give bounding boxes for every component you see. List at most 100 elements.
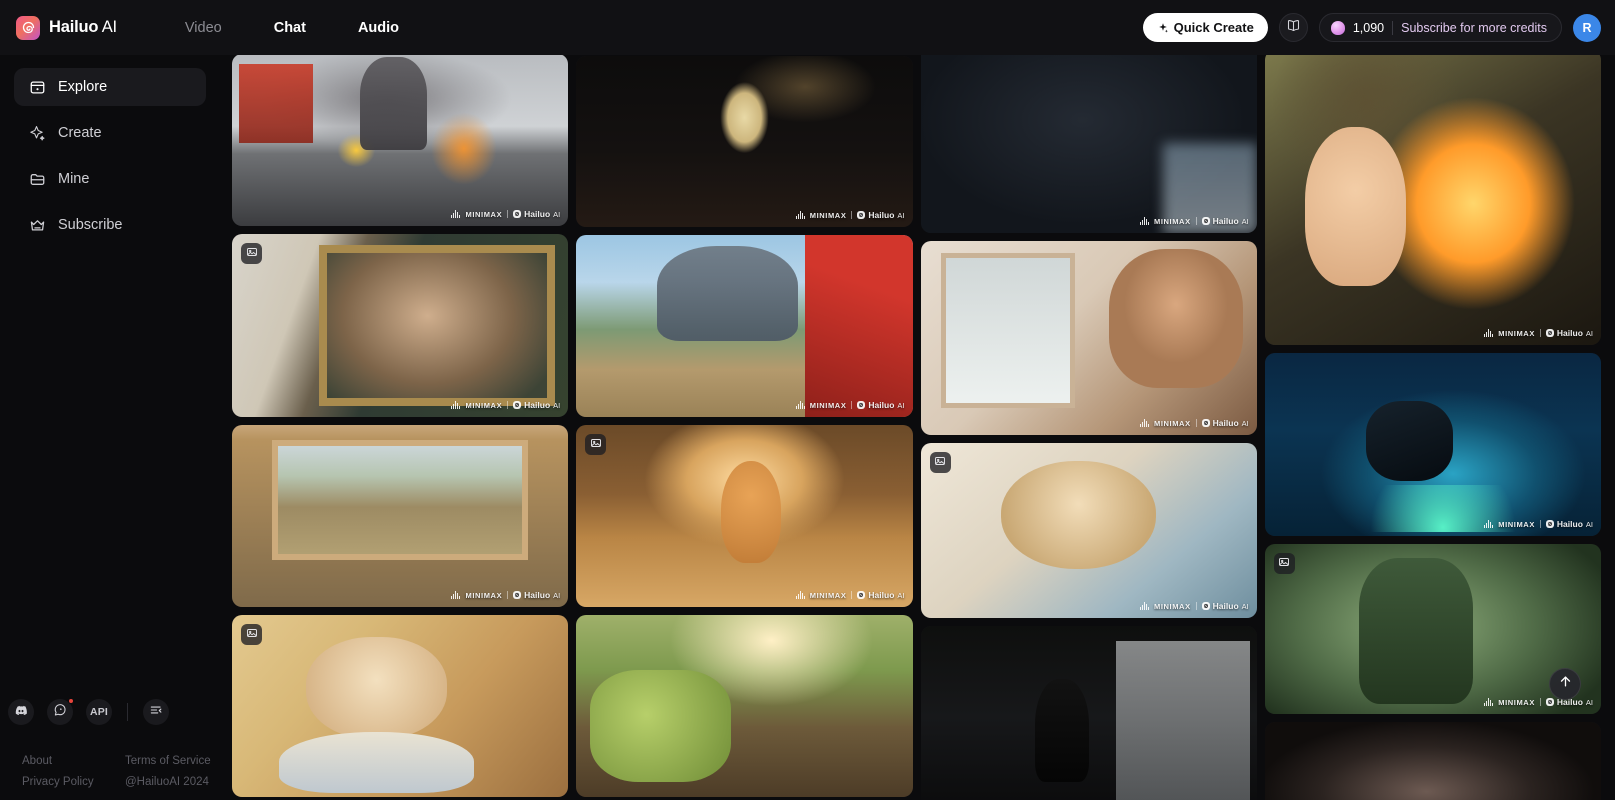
quick-create-button[interactable]: Quick Create	[1142, 13, 1268, 42]
nav-tab-audio[interactable]: Audio	[332, 20, 425, 36]
feed-card-woman-garden-puppy[interactable]	[576, 615, 913, 797]
docs-book-button[interactable]	[1278, 13, 1308, 42]
minimax-hailuo-watermark: MINIMAX Hailuo AI	[1484, 697, 1593, 707]
waveform-icon	[1484, 329, 1494, 337]
card-thumbnail	[1264, 722, 1601, 800]
sidebar-footer-links: About Terms of Service Privacy Policy @H…	[0, 735, 220, 788]
quick-create-label: Quick Create	[1173, 20, 1254, 35]
sidebar-item-label: Mine	[58, 171, 90, 187]
feed-card-orange-cat-hallway[interactable]: MINIMAX Hailuo AI	[576, 425, 913, 607]
hailuo-mark-icon	[1201, 419, 1210, 427]
minimax-hailuo-watermark: MINIMAX Hailuo AI	[795, 400, 905, 410]
feed-card-village-through-window[interactable]: MINIMAX Hailuo AI	[232, 425, 569, 607]
watermark-brand: MINIMAX	[809, 210, 847, 220]
top-navigation: Video Chat Audio	[159, 20, 425, 36]
nav-tab-video[interactable]: Video	[159, 20, 248, 36]
explore-icon	[28, 78, 46, 96]
hailuo-mark-icon	[1545, 520, 1554, 528]
hailuo-mark-icon	[1545, 329, 1554, 337]
feed-card-woman-cloak-night-street[interactable]: MINIMAX Hailuo AI	[576, 56, 913, 227]
hailuo-mark-icon	[857, 211, 866, 219]
image-badge	[1273, 553, 1295, 574]
minimax-hailuo-watermark: MINIMAX Hailuo AI	[1139, 601, 1249, 611]
hailuo-mark-icon	[857, 591, 866, 599]
watermark-brand: MINIMAX	[465, 590, 503, 600]
sidebar-item-label: Create	[58, 125, 102, 141]
footer-link-privacy[interactable]: Privacy Policy	[22, 776, 103, 788]
feed-card-kaiju-city-street[interactable]: MINIMAX Hailuo AI	[232, 54, 569, 226]
discord-icon	[14, 703, 28, 722]
hailuo-mark-icon	[1201, 602, 1210, 610]
feed-card-dark-portrait-closeup[interactable]	[1264, 722, 1601, 800]
sidebar: Explore Create Mine Subscribe API About …	[0, 55, 220, 800]
minimax-hailuo-watermark: MINIMAX Hailuo AI	[451, 590, 560, 600]
watermark-brand: MINIMAX	[465, 400, 503, 410]
watermark-divider	[507, 591, 509, 599]
waveform-icon	[1484, 520, 1494, 528]
sidebar-item-explore[interactable]: Explore	[14, 68, 206, 106]
credits-pill[interactable]: 1,090 Subscribe for more credits	[1318, 13, 1562, 42]
sparkle-icon	[28, 124, 46, 142]
folder-icon	[28, 170, 46, 188]
watermark-brand: MINIMAX	[1498, 519, 1535, 529]
minimax-hailuo-watermark: MINIMAX Hailuo AI	[1484, 519, 1593, 529]
feed-card-gallery-portrait-painting[interactable]: MINIMAX Hailuo AI	[232, 234, 569, 417]
watermark-divider	[851, 401, 853, 409]
avatar[interactable]: R	[1573, 13, 1601, 42]
minimax-hailuo-watermark: MINIMAX Hailuo AI	[1484, 328, 1593, 338]
gem-icon	[1330, 20, 1345, 35]
feed-card-scuba-divers-jellyfish[interactable]: MINIMAX Hailuo AI	[1264, 353, 1601, 536]
masonry-grid: MINIMAX Hailuo AI MINIMAX Hailuo AI MINIMAX Hai…	[220, 40, 1615, 800]
watermark-divider	[851, 211, 853, 219]
feed-card-boy-at-broken-window[interactable]: MINIMAX Hailuo AI	[920, 241, 1257, 435]
watermark-product: Hailuo AI	[857, 210, 905, 220]
watermark-brand: MINIMAX	[809, 590, 847, 600]
watermark-divider	[1539, 698, 1541, 706]
footer-link-terms[interactable]: Terms of Service	[125, 755, 220, 767]
watermark-divider	[851, 591, 853, 599]
nav-tab-chat[interactable]: Chat	[248, 20, 332, 36]
watermark-product: Hailuo AI	[1201, 601, 1249, 611]
scroll-to-top-button[interactable]	[1549, 668, 1581, 700]
image-badge	[241, 243, 262, 264]
watermark-divider	[1195, 602, 1197, 610]
watermark-divider	[1195, 217, 1197, 225]
waveform-icon	[795, 591, 805, 599]
watermark-divider	[507, 210, 509, 218]
feedback-button[interactable]	[47, 698, 74, 725]
collapse-sidebar-icon	[149, 703, 163, 722]
feed-card-halloween-porch-bw[interactable]	[920, 626, 1257, 800]
card-thumbnail	[576, 235, 913, 417]
sidebar-quick-icons: API	[0, 689, 220, 735]
feed-card-kaiju-mountain-crowd[interactable]: MINIMAX Hailuo AI	[576, 235, 913, 417]
avatar-initial: R	[1582, 20, 1592, 35]
card-thumbnail	[232, 234, 569, 417]
sidebar-item-create[interactable]: Create	[14, 114, 206, 152]
watermark-product: Hailuo AI	[513, 590, 560, 600]
card-thumbnail	[232, 54, 569, 226]
sidebar-item-mine[interactable]: Mine	[14, 160, 206, 198]
feed-card-denim-jacket-closeup[interactable]: MINIMAX Hailuo AI	[920, 45, 1257, 233]
api-button[interactable]: API	[86, 699, 112, 725]
feed-card-puppy-on-bed[interactable]: MINIMAX Hailuo AI	[920, 443, 1257, 618]
image-icon	[246, 626, 258, 644]
hailuo-mark-icon	[857, 401, 866, 409]
feed-card-anime-fire-sorceress[interactable]: MINIMAX Hailuo AI	[1264, 50, 1601, 345]
image-badge	[241, 624, 262, 645]
waveform-icon	[1139, 602, 1149, 610]
waveform-icon	[451, 401, 461, 409]
brand-logo[interactable]: Hailuo AI	[0, 15, 117, 40]
card-thumbnail	[920, 45, 1257, 233]
sidebar-item-subscribe[interactable]: Subscribe	[14, 206, 206, 244]
arrow-up-icon	[1558, 674, 1573, 694]
collapse-sidebar-button[interactable]	[143, 699, 169, 725]
feed-card-hamster-eating-bowl[interactable]	[232, 615, 569, 797]
watermark-product: Hailuo AI	[1201, 216, 1249, 226]
subscribe-credits-link[interactable]: Subscribe for more credits	[1401, 21, 1547, 35]
app-header: Hailuo AI Video Chat Audio Quick Create	[0, 0, 1615, 55]
watermark-brand: MINIMAX	[1498, 697, 1535, 707]
card-thumbnail	[576, 615, 913, 797]
discord-button[interactable]	[8, 699, 34, 725]
footer-link-about[interactable]: About	[22, 755, 103, 767]
watermark-product: Hailuo AI	[1545, 328, 1593, 338]
